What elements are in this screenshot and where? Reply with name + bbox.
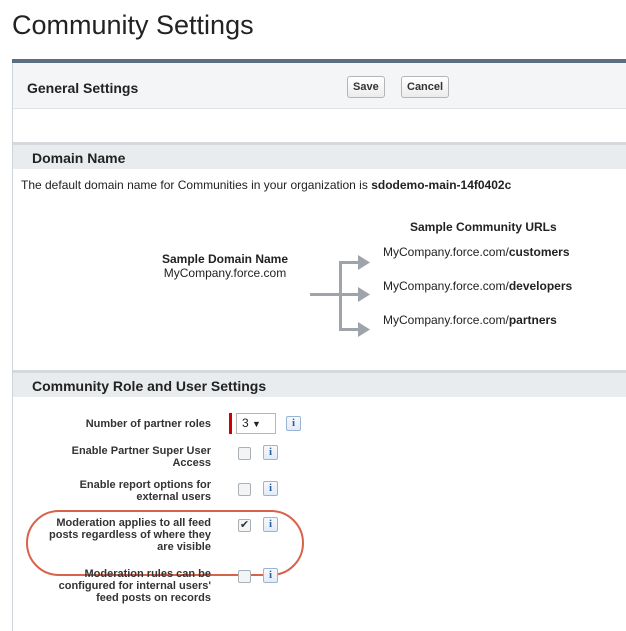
url-suffix: partners [508,313,557,327]
domain-name-section-title: Domain Name [32,150,126,166]
save-button[interactable]: Save [347,76,385,98]
domain-name-section-header: Domain Name [13,142,626,169]
info-icon[interactable]: i [286,416,301,431]
org-domain-name: sdodemo-main-14f0402c [371,178,512,192]
moderation-internal-users-label: Moderation rules can be configured for i… [58,568,211,604]
partner-super-user-checkbox[interactable] [238,447,251,460]
chevron-down-icon: ▼ [252,419,261,429]
required-indicator [229,413,232,434]
domain-description: The default domain name for Communities … [21,178,511,192]
partner-roles-value: 3 [242,416,249,430]
partner-super-user-label: Enable Partner Super User Access [71,445,211,469]
info-icon[interactable]: i [263,445,278,460]
general-settings-title: General Settings [27,80,139,96]
general-settings-bar: General Settings Save Cancel [13,63,626,109]
role-user-section-title: Community Role and User Settings [32,378,267,394]
page-title: Community Settings [12,10,254,40]
highlight-ellipse [26,510,304,576]
report-options-checkbox[interactable] [238,483,251,496]
url-suffix: customers [508,245,570,259]
url-prefix: MyCompany.force.com/ [383,279,509,293]
info-icon[interactable]: i [263,568,278,583]
partner-roles-select[interactable]: 3 ▼ [236,413,276,434]
url-prefix: MyCompany.force.com/ [383,313,509,327]
moderation-internal-users-checkbox[interactable] [238,570,251,583]
sample-url-developers: MyCompany.force.com/developers [383,279,572,293]
info-icon[interactable]: i [263,481,278,496]
sample-url-partners: MyCompany.force.com/partners [383,313,557,327]
url-suffix: developers [508,279,573,293]
sample-domain-value: MyCompany.force.com [163,266,287,280]
domain-description-text: The default domain name for Communities … [21,178,372,192]
url-branch-arrows-icon [310,255,370,337]
cancel-button[interactable]: Cancel [401,76,450,98]
sample-domain-title: Sample Domain Name [161,252,289,266]
sample-urls-title: Sample Community URLs [410,220,557,234]
sample-url-customers: MyCompany.force.com/customers [383,245,570,259]
url-prefix: MyCompany.force.com/ [383,245,509,259]
role-user-section-header: Community Role and User Settings [13,370,626,397]
report-options-label: Enable report options for external users [79,479,211,503]
partner-roles-label: Number of partner roles [85,418,211,430]
